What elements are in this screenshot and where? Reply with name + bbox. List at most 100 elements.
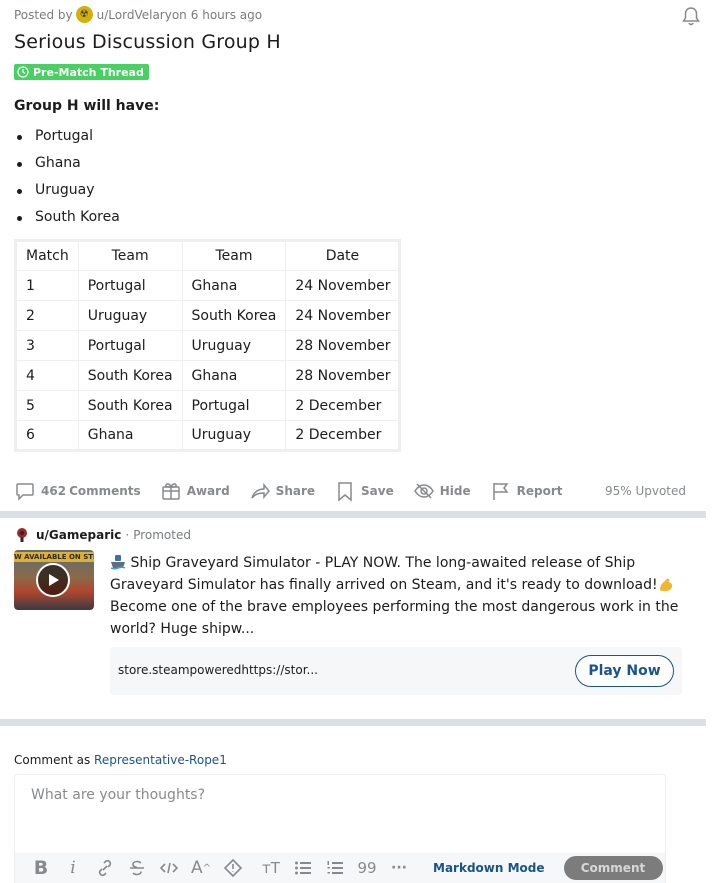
play-now-button[interactable]: Play Now [575,655,674,687]
flair-label: Pre-Match Thread [33,65,144,79]
post-meta: Posted by ☢ u/LordVelaryon 6 hours ago [14,6,262,23]
table-cell: 28 November [285,330,401,361]
bell-icon[interactable] [680,5,702,27]
table-cell: Ghana [181,270,287,301]
separator-dot: · [125,528,130,542]
more-options-button[interactable]: ··· [383,855,415,881]
ship-emoji-icon [110,555,126,570]
comment-icon [16,483,34,501]
table-cell: 2 December [285,420,401,451]
share-label: Share [275,484,316,498]
author-link[interactable]: u/LordVelaryon [97,8,187,22]
post-actions-bar: 462 Comments Award Share Save Hide Repor… [14,478,694,504]
heading-button[interactable]: тT [255,855,287,881]
promoted-label: Promoted [133,528,191,542]
comment-editor: B i A^ тT [14,774,666,883]
author-avatar-icon[interactable]: ☢ [75,6,93,23]
advertiser-name[interactable]: u/Gameparic [36,528,121,542]
comment-username-link[interactable]: Representative-Rope1 [94,753,227,767]
promoted-link-url[interactable]: store.steampoweredhttps://stor... [118,663,318,677]
table-row: 5 South Korea Portugal 2 December [15,390,401,421]
alert-circle-icon [223,858,243,878]
superscript-label: A [190,858,203,878]
table-cell: Ghana [77,420,183,451]
table-cell: 24 November [285,300,401,331]
post-flair[interactable]: Pre-Match Thread [14,64,149,80]
quote-block-button[interactable]: 99 [351,855,383,881]
flexed-biceps-emoji-icon [659,578,672,591]
report-label: Report [516,484,563,498]
table-cell: 4 [15,360,79,391]
award-button[interactable]: Award [160,480,230,502]
flag-icon [492,483,509,500]
superscript-button[interactable]: A ^ [185,855,217,881]
list-item: Portugal [14,128,120,155]
link-button[interactable] [89,855,121,881]
numbered-list-button[interactable] [319,855,351,881]
post-time: 6 hours ago [190,7,263,22]
play-icon[interactable] [36,563,70,597]
eye-slash-icon [413,483,434,499]
comments-button[interactable]: 462 Comments [14,480,141,502]
hide-label: Hide [439,484,471,498]
post-title[interactable]: Serious Discussion Group H [14,31,281,53]
save-button[interactable]: Save [334,480,394,502]
table-cell: 1 [15,270,79,301]
column-header-team: Team [181,240,287,271]
column-header-team: Team [77,240,183,271]
bulleted-list-button[interactable] [287,855,319,881]
strikethrough-button[interactable] [121,855,153,881]
spoiler-button[interactable] [217,855,249,881]
list-item: Ghana [14,155,120,182]
column-header-date: Date [285,240,401,271]
table-cell: Ghana [181,360,287,391]
bold-button[interactable]: B [25,855,57,881]
comment-input[interactable] [16,776,664,846]
promoted-post[interactable]: u/Gameparic · Promoted W AVAILABLE ON ST… [0,518,706,719]
save-label: Save [361,484,394,498]
italic-button[interactable]: i [57,855,89,881]
table-cell: Uruguay [77,300,183,331]
table-row: 3 Portugal Uruguay 28 November [15,330,401,361]
superscript-caret-icon: ^ [202,862,212,874]
promoted-link-box[interactable]: store.steampoweredhttps://stor... Play N… [110,647,682,695]
upvote-ratio: 95% Upvoted [604,484,686,498]
table-row: 2 Uruguay South Korea 24 November [15,300,401,331]
body-heading: Group H will have: [14,98,160,114]
post-card: Posted by ☢ u/LordVelaryon 6 hours ago S… [0,0,706,511]
table-cell: 28 November [285,360,401,391]
hide-button[interactable]: Hide [413,480,471,502]
code-icon [159,862,179,874]
numbered-list-icon [327,861,343,874]
video-thumbnail[interactable]: W AVAILABLE ON STE [14,550,94,610]
promoted-text-part2: Become one of the brave employees perfor… [110,599,679,637]
clock-icon [17,66,29,78]
comment-as-label: Comment as Representative-Rope1 [14,753,227,767]
table-cell: South Korea [181,300,287,331]
table-cell: Portugal [77,330,183,361]
table-row: 4 South Korea Ghana 28 November [15,360,401,391]
report-button[interactable]: Report [490,480,563,502]
share-icon [250,482,270,500]
comments-label: Comments [69,484,141,498]
table-cell: 2 December [285,390,401,421]
table-cell: 2 [15,300,79,331]
formatting-toolbar: B i A ^ тT 99 ··· Markdown Mode Comment [15,853,665,883]
fixtures-table: Match Team Team Date 1 Portugal Ghana 24… [14,239,402,452]
advertiser-avatar-icon[interactable] [14,527,30,543]
comments-count: 462 [41,484,67,498]
submit-comment-button[interactable]: Comment [563,856,663,880]
column-header-match: Match [15,240,79,271]
bookmark-icon [338,482,352,502]
markdown-mode-toggle[interactable]: Markdown Mode [433,861,545,875]
inline-code-button[interactable] [153,855,185,881]
table-cell: 3 [15,330,79,361]
team-list: Portugal Ghana Uruguay South Korea [14,128,120,236]
list-item: Uruguay [14,182,120,209]
bulleted-list-icon [295,861,311,875]
promoted-text[interactable]: Ship Graveyard Simulator - PLAY NOW. The… [110,552,690,640]
share-button[interactable]: Share [249,480,315,502]
thumbnail-banner: W AVAILABLE ON STE [14,552,94,562]
posted-by-label: Posted by [14,7,73,22]
list-item: South Korea [14,209,120,236]
